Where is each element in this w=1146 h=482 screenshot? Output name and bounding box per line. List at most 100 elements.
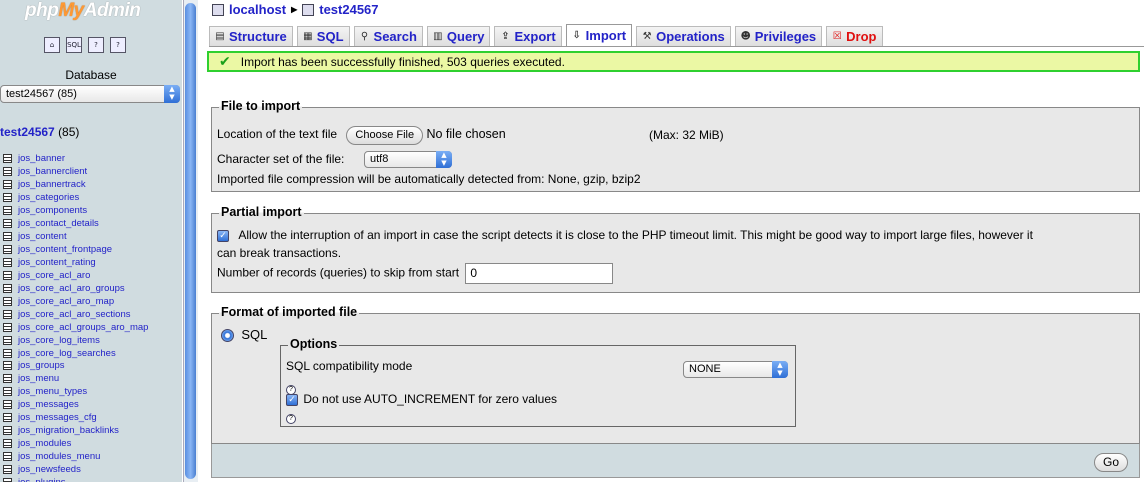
table-name-link[interactable]: jos_plugins	[18, 476, 66, 482]
table-list-item[interactable]: jos_menu_types	[3, 385, 148, 398]
table-list-item[interactable]: jos_messages	[3, 398, 148, 411]
table-icon[interactable]	[3, 283, 12, 293]
table-list-item[interactable]: jos_menu	[3, 372, 148, 385]
database-select[interactable]: test24567 (85) ▲ ▼	[0, 85, 180, 103]
table-list-item[interactable]: jos_content_frontpage	[3, 243, 148, 256]
help-icon[interactable]: ?	[110, 37, 126, 53]
table-list-item[interactable]: jos_bannertrack	[3, 178, 148, 191]
table-name-link[interactable]: jos_bannertrack	[18, 178, 86, 191]
table-list-item[interactable]: jos_categories	[3, 191, 148, 204]
table-icon[interactable]	[3, 296, 12, 306]
table-list-item[interactable]: jos_content	[3, 230, 148, 243]
table-icon[interactable]	[3, 400, 12, 410]
tab-structure[interactable]: ▤ Structure	[209, 26, 293, 46]
table-icon[interactable]	[3, 179, 12, 189]
tab-export[interactable]: ⇪ Export	[494, 26, 562, 46]
table-name-link[interactable]: jos_contact_details	[18, 217, 99, 230]
table-list-item[interactable]: jos_plugins	[3, 476, 148, 482]
table-list-item[interactable]: jos_core_log_searches	[3, 347, 148, 360]
tab-sql[interactable]: ▦ SQL	[296, 26, 350, 46]
table-name-link[interactable]: jos_banner	[18, 152, 65, 165]
current-database-link[interactable]: test24567	[0, 125, 55, 139]
table-name-link[interactable]: jos_modules	[18, 437, 71, 450]
table-icon[interactable]	[3, 348, 12, 358]
table-list-item[interactable]: jos_core_acl_aro_map	[3, 295, 148, 308]
table-name-link[interactable]: jos_content_frontpage	[18, 243, 112, 256]
table-list-item[interactable]: jos_modules	[3, 437, 148, 450]
table-list-item[interactable]: jos_banner	[3, 152, 148, 165]
allow-interrupt-checkbox[interactable]: ✓	[217, 229, 229, 242]
table-name-link[interactable]: jos_newsfeeds	[18, 463, 81, 476]
table-icon[interactable]	[3, 322, 12, 332]
table-icon[interactable]	[3, 166, 12, 176]
table-list-item[interactable]: jos_core_acl_aro	[3, 269, 148, 282]
table-icon[interactable]	[3, 218, 12, 228]
table-icon[interactable]	[3, 426, 12, 436]
table-name-link[interactable]: jos_core_acl_aro_sections	[18, 308, 130, 321]
help-icon[interactable]: ?	[286, 414, 296, 424]
table-icon[interactable]	[3, 257, 12, 267]
home-icon[interactable]: ⌂	[44, 37, 60, 53]
go-button[interactable]: Go	[1093, 453, 1128, 472]
phpmyadmin-logo[interactable]: phpMyAdmin	[25, 0, 141, 22]
table-icon[interactable]	[3, 270, 12, 280]
table-list-item[interactable]: jos_core_acl_aro_groups	[3, 282, 148, 295]
table-list-item[interactable]: jos_newsfeeds	[3, 463, 148, 476]
table-list-item[interactable]: jos_migration_backlinks	[3, 424, 148, 437]
breadcrumb-database-link[interactable]: test24567	[319, 2, 378, 17]
table-list-item[interactable]: jos_groups	[3, 360, 148, 373]
tab-import[interactable]: ⇩ Import	[565, 24, 633, 46]
table-icon[interactable]	[3, 231, 12, 241]
table-name-link[interactable]: jos_core_acl_aro_groups	[18, 282, 125, 295]
sql-compatibility-select[interactable]: NONE ▲ ▼	[683, 361, 788, 378]
table-name-link[interactable]: jos_content_rating	[18, 256, 96, 269]
table-list-item[interactable]: jos_contact_details	[3, 217, 148, 230]
table-icon[interactable]	[3, 205, 12, 215]
table-list-item[interactable]: jos_core_log_items	[3, 334, 148, 347]
table-icon[interactable]	[3, 478, 12, 482]
table-name-link[interactable]: jos_categories	[18, 191, 79, 204]
tab-search[interactable]: ⚲ Search	[353, 26, 423, 46]
table-icon[interactable]	[3, 244, 12, 254]
charset-select[interactable]: utf8 ▲ ▼	[364, 151, 452, 168]
table-list-item[interactable]: jos_core_acl_groups_aro_map	[3, 321, 148, 334]
navigation-scrollbar[interactable]	[183, 0, 198, 482]
sql-query-icon[interactable]: SQL	[66, 37, 82, 53]
table-name-link[interactable]: jos_menu	[18, 372, 59, 385]
table-name-link[interactable]: jos_menu_types	[18, 385, 87, 398]
tab-privileges[interactable]: ☻ Privileges	[734, 26, 823, 46]
documentation-icon[interactable]: ?	[88, 37, 104, 53]
table-icon[interactable]	[3, 452, 12, 462]
table-icon[interactable]	[3, 309, 12, 319]
table-name-link[interactable]: jos_messages	[18, 398, 79, 411]
table-name-link[interactable]: jos_core_acl_aro	[18, 269, 90, 282]
table-name-link[interactable]: jos_content	[18, 230, 67, 243]
tab-query[interactable]: ▥ Query	[426, 26, 491, 46]
table-name-link[interactable]: jos_components	[18, 204, 87, 217]
skip-queries-input[interactable]: 0	[465, 263, 614, 284]
table-name-link[interactable]: jos_messages_cfg	[18, 411, 97, 424]
table-icon[interactable]	[3, 192, 12, 202]
auto-increment-checkbox[interactable]: ✓	[286, 393, 298, 406]
table-icon[interactable]	[3, 413, 12, 423]
table-name-link[interactable]: jos_core_log_items	[18, 334, 100, 347]
table-list-item[interactable]: jos_components	[3, 204, 148, 217]
table-name-link[interactable]: jos_modules_menu	[18, 450, 100, 463]
table-list-item[interactable]: jos_core_acl_aro_sections	[3, 308, 148, 321]
table-icon[interactable]	[3, 439, 12, 449]
table-list-item[interactable]: jos_content_rating	[3, 256, 148, 269]
choose-file-button[interactable]: Choose File	[346, 126, 424, 145]
tab-operations[interactable]: ⚒ Operations	[636, 26, 731, 46]
table-list-item[interactable]: jos_modules_menu	[3, 450, 148, 463]
table-name-link[interactable]: jos_migration_backlinks	[18, 424, 119, 437]
table-icon[interactable]	[3, 465, 12, 475]
table-name-link[interactable]: jos_groups	[18, 359, 64, 372]
scrollbar-thumb[interactable]	[185, 3, 196, 479]
sql-format-radio[interactable]	[221, 329, 234, 343]
table-list-item[interactable]: jos_messages_cfg	[3, 411, 148, 424]
table-icon[interactable]	[3, 335, 12, 345]
table-name-link[interactable]: jos_core_log_searches	[18, 347, 116, 360]
table-list-item[interactable]: jos_bannerclient	[3, 165, 148, 178]
table-icon[interactable]	[3, 374, 12, 384]
table-name-link[interactable]: jos_bannerclient	[18, 165, 87, 178]
